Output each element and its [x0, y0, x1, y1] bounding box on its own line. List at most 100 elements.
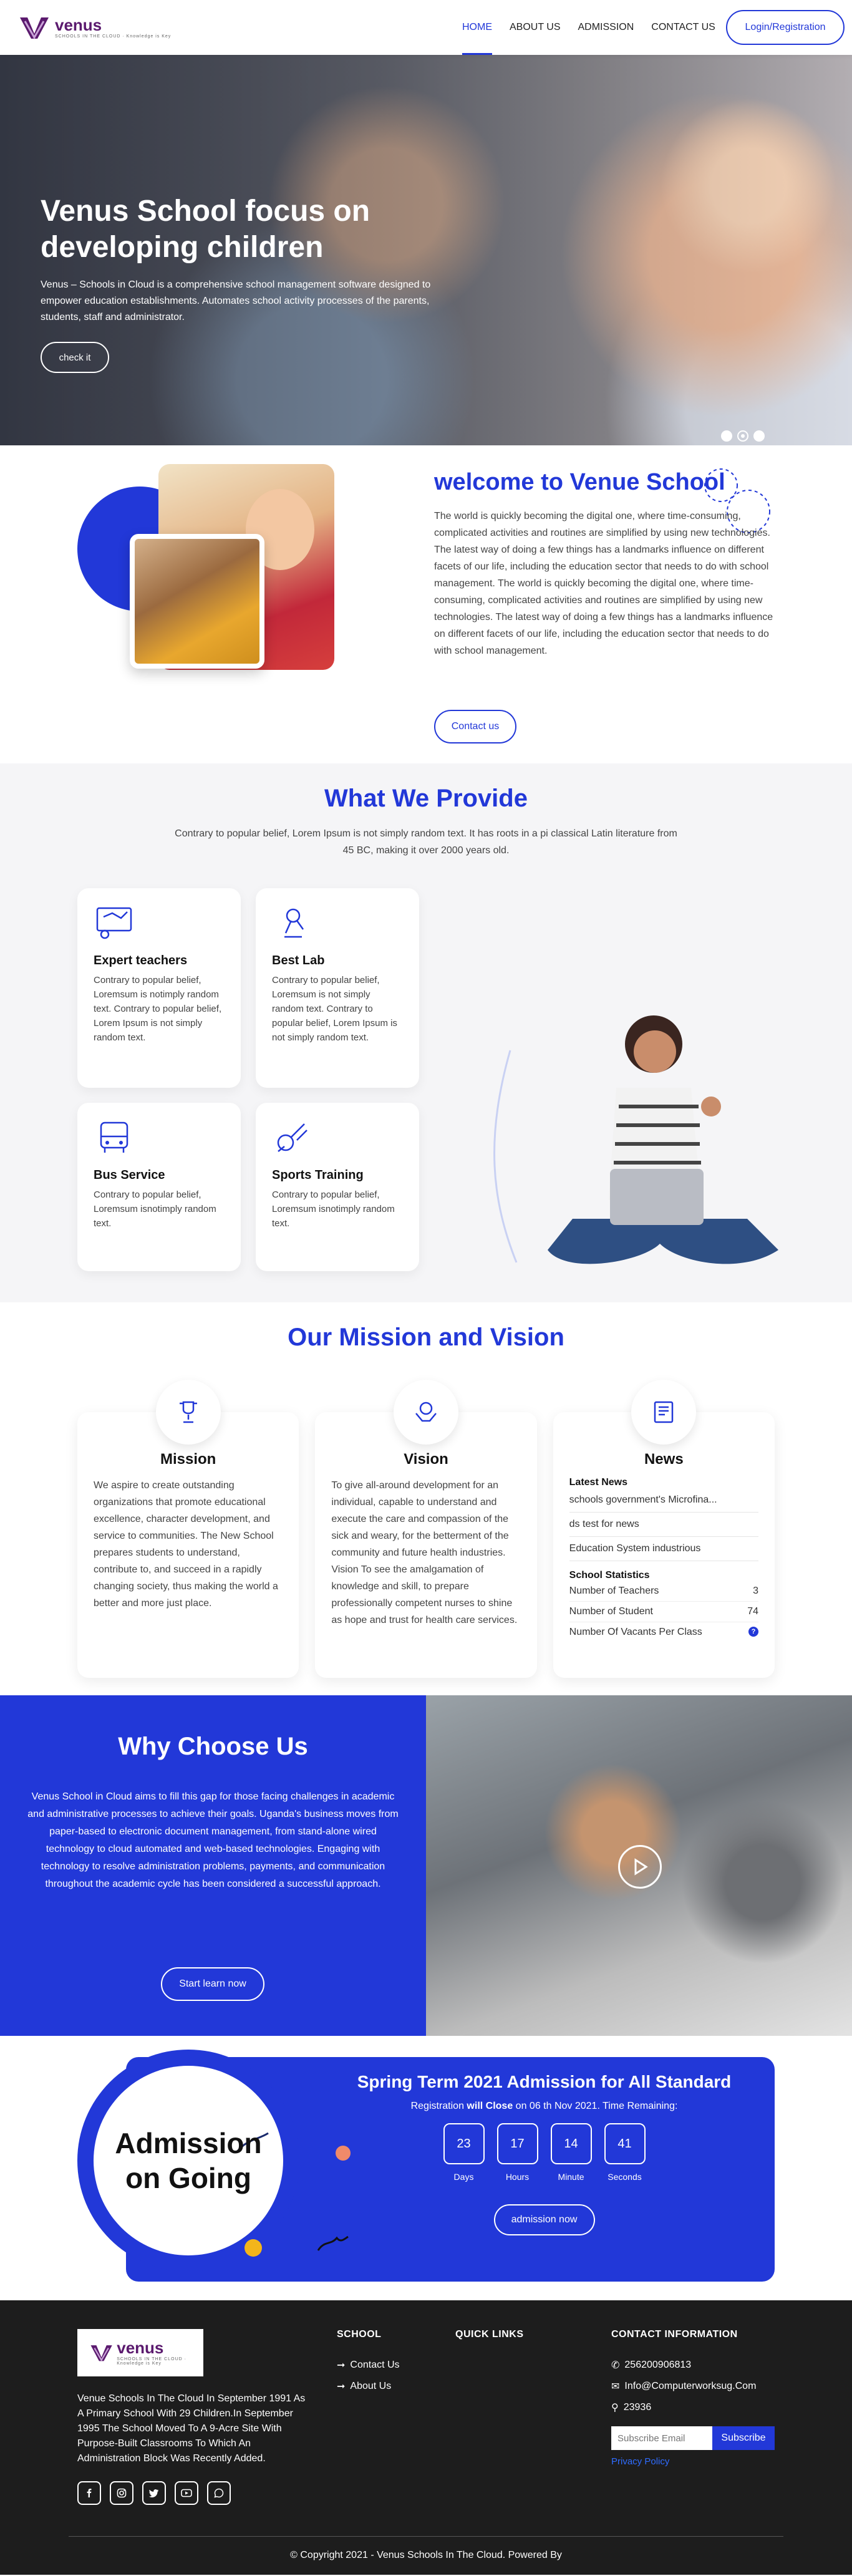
- footer-link-about[interactable]: ➞ About Us: [337, 2380, 400, 2393]
- footer-email[interactable]: ✉ Info@Computerworksug.Com: [611, 2380, 775, 2393]
- stat-label: Number of Student: [569, 1606, 653, 1617]
- footer-pobox: ⚲ 23936: [611, 2401, 775, 2414]
- news-card: News Latest News schools government's Mi…: [553, 1380, 775, 1678]
- news-item[interactable]: Education System industrious: [569, 1537, 758, 1561]
- countdown-label: Minute: [558, 2172, 584, 2182]
- footer-link-label: About Us: [350, 2381, 392, 2391]
- footer-about-text: Venue Schools In The Cloud In September …: [77, 2393, 306, 2464]
- check-it-button[interactable]: check it: [41, 342, 109, 373]
- footer-brand-tagline: SCHOOLS IN THE CLOUD · Knowledge is Key: [117, 2357, 186, 2366]
- start-learn-now-button[interactable]: Start learn now: [161, 1967, 264, 2001]
- card-sports-training[interactable]: Sports Training Contrary to popular beli…: [256, 1103, 419, 1271]
- card-title: Best Lab: [272, 954, 325, 967]
- carousel-dot-3[interactable]: [753, 430, 765, 442]
- subscribe-email-input[interactable]: [611, 2426, 712, 2450]
- latest-news-heading: Latest News: [569, 1477, 628, 1488]
- youtube-icon[interactable]: [175, 2481, 198, 2505]
- admission-sub-will: will: [467, 2101, 483, 2111]
- twitter-icon[interactable]: [142, 2481, 166, 2505]
- mission-section-title: Our Mission and Vision: [288, 1324, 564, 1351]
- contact-us-button[interactable]: Contact us: [434, 710, 516, 743]
- hero-banner: Venus School focus on developing childre…: [0, 55, 852, 445]
- instagram-icon[interactable]: [110, 2481, 133, 2505]
- welcome-title: welcome to Venue School: [434, 469, 725, 495]
- stat-row-students: Number of Student 74: [569, 1602, 758, 1622]
- footer-phone[interactable]: ✆ 256200906813: [611, 2359, 775, 2371]
- card-expert-teachers[interactable]: Expert teachers Contrary to popular beli…: [77, 888, 241, 1088]
- stat-row-teachers: Number of Teachers 3: [569, 1581, 758, 1602]
- admission-circle-line2: on Going: [125, 2162, 251, 2194]
- vision-title: Vision: [404, 1451, 448, 1468]
- countdown-hours: 17 Hours: [496, 2123, 538, 2182]
- footer-logo[interactable]: venus SCHOOLS IN THE CLOUD · Knowledge i…: [77, 2329, 203, 2376]
- arrow-right-icon: ➞: [337, 2360, 346, 2371]
- login-registration-button[interactable]: Login/Registration: [726, 10, 845, 45]
- whatsapp-icon[interactable]: [207, 2481, 231, 2505]
- teacher-board-icon: [96, 907, 132, 939]
- classroom-video: [426, 1695, 852, 2036]
- pobox-number: 23936: [623, 2402, 652, 2413]
- admission-circle-line1: Admission: [115, 2127, 262, 2159]
- hero-content: Venus School focus on developing childre…: [41, 193, 452, 373]
- card-title: Expert teachers: [94, 954, 188, 967]
- why-choose-us-section: Why Choose Us Venus School in Cloud aims…: [0, 1695, 852, 2036]
- bus-icon: [100, 1121, 128, 1153]
- privacy-policy-link[interactable]: Privacy Policy: [611, 2456, 775, 2467]
- question-icon[interactable]: ?: [748, 1627, 758, 1637]
- microscope-icon: [284, 908, 304, 938]
- admission-sub-close: Close: [485, 2101, 513, 2111]
- card-bus-service[interactable]: Bus Service Contrary to popular belief, …: [77, 1103, 241, 1271]
- card-best-lab[interactable]: Best Lab Contrary to popular belief, Lor…: [256, 888, 419, 1088]
- welcome-section: welcome to Venue School The world is qui…: [0, 445, 852, 763]
- admission-now-button[interactable]: admission now: [493, 2204, 595, 2235]
- footer-link-contact[interactable]: ➞ Contact Us: [337, 2359, 400, 2371]
- admission-sub-pre: Registration: [410, 2101, 467, 2111]
- news-item[interactable]: schools government's Microfina...: [569, 1488, 758, 1513]
- countdown-value: 14: [550, 2123, 592, 2164]
- nav-admission[interactable]: ADMISSION: [578, 0, 634, 55]
- admission-details: Spring Term 2021 Admission for All Stand…: [337, 2072, 752, 2235]
- venus-logo-icon: [20, 17, 49, 40]
- card-title: Sports Training: [272, 1168, 364, 1182]
- welcome-paragraph: The world is quickly becoming the digita…: [434, 511, 773, 656]
- footer-quick-links-title: QUICK LINKS: [455, 2329, 524, 2340]
- main-nav: HOME ABOUT US ADMISSION CONTACT US: [462, 0, 715, 55]
- arrow-right-icon: ➞: [337, 2381, 346, 2392]
- newspaper-icon: [654, 1401, 674, 1423]
- subscribe-form: Subscribe: [611, 2426, 775, 2450]
- footer-contact-column: CONTACT INFORMATION ✆ 256200906813 ✉ Inf…: [611, 2329, 775, 2467]
- vision-badge: [393, 1380, 458, 1445]
- facebook-icon[interactable]: [77, 2481, 101, 2505]
- subscribe-button[interactable]: Subscribe: [712, 2426, 775, 2450]
- footer-school-title: SCHOOL: [337, 2329, 382, 2340]
- mission-badge: [155, 1380, 221, 1445]
- admission-circle: Admission on Going: [94, 2066, 351, 2257]
- countdown: 23 Days 17 Hours 14 Minute 41 Seconds: [337, 2123, 752, 2182]
- nav-about-us[interactable]: ABOUT US: [510, 0, 561, 55]
- brand-name: venus: [55, 15, 102, 34]
- countdown-label: Seconds: [608, 2172, 642, 2182]
- carousel-dot-2[interactable]: [737, 430, 748, 442]
- admission-sub-post: on 06 th Nov 2021. Time Remaining:: [513, 2101, 678, 2111]
- countdown-value: 17: [496, 2123, 538, 2164]
- nav-home[interactable]: HOME: [462, 0, 492, 55]
- mission-title: Mission: [160, 1451, 216, 1468]
- why-text: Venus School in Cloud aims to fill this …: [27, 1791, 399, 1889]
- carousel-dots: [721, 430, 765, 442]
- news-title: News: [644, 1451, 684, 1468]
- vision-text: To give all-around development for an in…: [331, 1480, 518, 1625]
- site-footer: venus SCHOOLS IN THE CLOUD · Knowledge i…: [0, 2300, 852, 2575]
- card-title: Bus Service: [94, 1168, 165, 1182]
- nav-contact-us[interactable]: CONTACT US: [651, 0, 715, 55]
- mission-card: Mission We aspire to create outstanding …: [77, 1380, 299, 1678]
- play-video-button[interactable]: [618, 1845, 662, 1889]
- mission-cards: Mission We aspire to create outstanding …: [77, 1380, 775, 1678]
- carousel-dot-1[interactable]: [721, 430, 732, 442]
- countdown-value: 23: [443, 2123, 485, 2164]
- footer-quick-links-column: QUICK LINKS: [455, 2329, 524, 2340]
- stat-value: 74: [747, 1606, 758, 1617]
- countdown-label: Hours: [505, 2172, 530, 2182]
- brand-logo[interactable]: venus SCHOOLS IN THE CLOUD · Knowledge i…: [19, 15, 171, 40]
- site-header: venus SCHOOLS IN THE CLOUD · Knowledge i…: [0, 0, 852, 55]
- news-item[interactable]: ds test for news: [569, 1513, 758, 1537]
